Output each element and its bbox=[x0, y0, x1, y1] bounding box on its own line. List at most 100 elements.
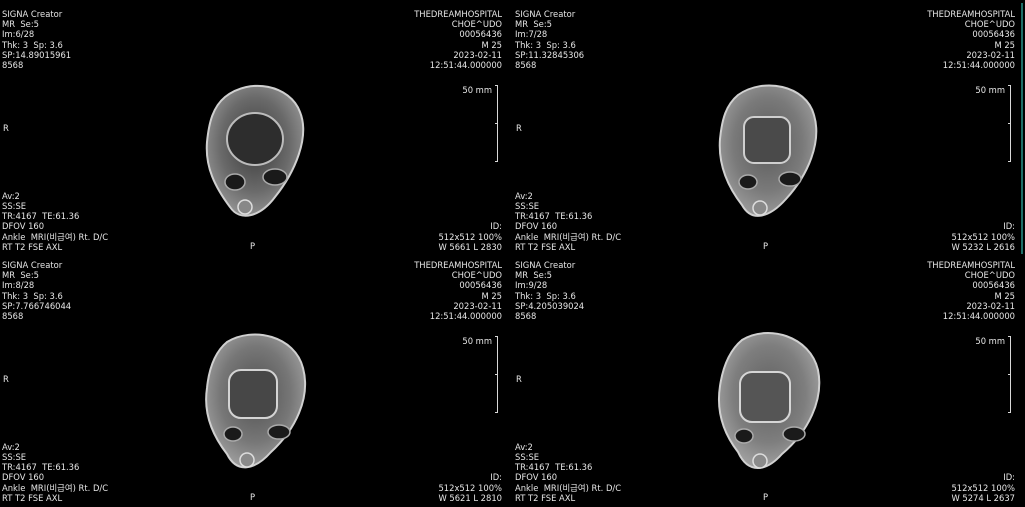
overlay-text-line: ID: bbox=[1003, 472, 1015, 483]
overlay-text-line: 2023-02-11 bbox=[966, 49, 1015, 60]
scale-bar: 50 mm bbox=[975, 336, 1015, 414]
scale-bar: 50 mm bbox=[462, 85, 502, 163]
mri-slice-image[interactable] bbox=[195, 77, 315, 227]
overlay-text-line: CHOE^UDO bbox=[451, 19, 502, 30]
overlay-text-line: 512x512 100% bbox=[438, 231, 502, 242]
viewer-grid: SIGNA Creator MR Se:5 Im:6/28 Thk: 3 Sp: 3.… bbox=[0, 0, 1025, 507]
overlay-text-line: DFOV 160 bbox=[515, 472, 558, 483]
selection-edge-indicator bbox=[1021, 3, 1023, 254]
overlay-text-line: Av:2 bbox=[515, 190, 533, 201]
overlay-text-line: Av:2 bbox=[2, 190, 20, 201]
overlay-text-line: THEDREAMHOSPITAL bbox=[927, 260, 1015, 270]
viewport-info-bottom-left: Av:2 SS:SE TR:4167 TE:61.36 DFOV 160 Ankle M… bbox=[2, 191, 108, 252]
overlay-text-line: ID: bbox=[490, 221, 502, 232]
viewport-3[interactable]: SIGNA Creator MR Se:5 Im:8/28 Thk: 3 Sp: 3.… bbox=[0, 254, 510, 505]
overlay-text-line: 2023-02-11 bbox=[453, 49, 502, 60]
overlay-text-line: 12:51:44.000000 bbox=[942, 60, 1015, 71]
overlay-text-line: RT T2 FSE AXL bbox=[515, 241, 576, 252]
overlay-text-line: 512x512 100% bbox=[951, 482, 1015, 493]
scale-bar-label: 50 mm bbox=[462, 336, 492, 346]
overlay-text-line: SP:7.766746044 bbox=[2, 300, 72, 311]
overlay-text-line: TR:4167 TE:61.36 bbox=[515, 462, 593, 473]
overlay-text-line: 8568 bbox=[515, 311, 537, 322]
overlay-text-line: DFOV 160 bbox=[515, 221, 558, 232]
overlay-text-line: Thk: 3 Sp: 3.6 bbox=[515, 39, 576, 50]
overlay-text-line: RT T2 FSE AXL bbox=[2, 492, 63, 503]
overlay-text-line: Ankle MRI(비급여) Rt. D/C bbox=[515, 482, 622, 493]
overlay-text-line: 12:51:44.000000 bbox=[942, 311, 1015, 322]
overlay-text-line: Ankle MRI(비급여) Rt. D/C bbox=[2, 231, 109, 242]
overlay-text-line: Im:7/28 bbox=[515, 29, 548, 40]
viewport-4[interactable]: SIGNA Creator MR Se:5 Im:9/28 Thk: 3 Sp: 3.… bbox=[513, 254, 1023, 505]
viewport-info-top-right: THEDREAMHOSPITAL CHOE^UDO 00056436 M 25 2023… bbox=[414, 9, 502, 70]
overlay-text-line: 512x512 100% bbox=[951, 231, 1015, 242]
overlay-text-line: RT T2 FSE AXL bbox=[2, 241, 63, 252]
orientation-marker-bottom: P bbox=[763, 492, 769, 502]
orientation-marker-bottom: P bbox=[250, 241, 256, 251]
overlay-text-line: ID: bbox=[490, 472, 502, 483]
overlay-text-line: Im:6/28 bbox=[2, 29, 35, 40]
overlay-text-line: SP:11.32845306 bbox=[515, 49, 585, 60]
overlay-text-line: SS:SE bbox=[2, 200, 27, 211]
mri-slice-image[interactable] bbox=[195, 328, 315, 478]
overlay-text-line: Av:2 bbox=[515, 441, 533, 452]
overlay-text-line: 2023-02-11 bbox=[966, 300, 1015, 311]
orientation-marker-left: R bbox=[516, 374, 522, 384]
overlay-text-line: THEDREAMHOSPITAL bbox=[414, 260, 502, 270]
overlay-text-line: SIGNA Creator bbox=[2, 260, 63, 270]
overlay-text-line: SS:SE bbox=[2, 451, 27, 462]
orientation-marker-left: R bbox=[3, 123, 9, 133]
overlay-text-line: DFOV 160 bbox=[2, 472, 45, 483]
overlay-text-line: TR:4167 TE:61.36 bbox=[2, 462, 80, 473]
overlay-text-line: ID: bbox=[1003, 221, 1015, 232]
viewport-info-top-left: SIGNA Creator MR Se:5 Im:9/28 Thk: 3 Sp: 3.… bbox=[515, 260, 584, 321]
overlay-text-line: Ankle MRI(비급여) Rt. D/C bbox=[2, 482, 109, 493]
overlay-text-line: W 5274 L 2637 bbox=[951, 492, 1015, 503]
overlay-text-line: MR Se:5 bbox=[2, 19, 39, 30]
scale-bar-label: 50 mm bbox=[462, 85, 492, 95]
viewport-1[interactable]: SIGNA Creator MR Se:5 Im:6/28 Thk: 3 Sp: 3.… bbox=[0, 3, 510, 254]
viewport-info-bottom-right: ID: 512x512 100% W 5274 L 2637 bbox=[951, 472, 1015, 503]
overlay-text-line: Ankle MRI(비급여) Rt. D/C bbox=[515, 231, 622, 242]
mri-slice-image[interactable] bbox=[708, 328, 828, 478]
overlay-text-line: Av:2 bbox=[2, 441, 20, 452]
overlay-text-line: Im:9/28 bbox=[515, 280, 548, 291]
overlay-text-line: THEDREAMHOSPITAL bbox=[927, 9, 1015, 19]
viewport-info-bottom-left: Av:2 SS:SE TR:4167 TE:61.36 DFOV 160 Ankle M… bbox=[515, 191, 621, 252]
viewport-info-bottom-left: Av:2 SS:SE TR:4167 TE:61.36 DFOV 160 Ankle M… bbox=[515, 442, 621, 503]
overlay-text-line: 8568 bbox=[2, 311, 24, 322]
overlay-text-line: MR Se:5 bbox=[515, 270, 552, 281]
viewport-2[interactable]: SIGNA Creator MR Se:5 Im:7/28 Thk: 3 Sp: 3.… bbox=[513, 3, 1023, 254]
overlay-text-line: 12:51:44.000000 bbox=[429, 60, 502, 71]
overlay-text-line: 8568 bbox=[2, 60, 24, 71]
overlay-text-line: SS:SE bbox=[515, 200, 540, 211]
viewport-info-top-right: THEDREAMHOSPITAL CHOE^UDO 00056436 M 25 2023… bbox=[927, 9, 1015, 70]
overlay-text-line: CHOE^UDO bbox=[964, 270, 1015, 281]
overlay-text-line: TR:4167 TE:61.36 bbox=[2, 211, 80, 222]
scale-bar-label: 50 mm bbox=[975, 336, 1005, 346]
mri-slice-image[interactable] bbox=[708, 77, 828, 227]
overlay-text-line: 2023-02-11 bbox=[453, 300, 502, 311]
overlay-text-line: 00056436 bbox=[972, 280, 1015, 291]
scale-bar: 50 mm bbox=[462, 336, 502, 414]
overlay-text-line: 8568 bbox=[515, 60, 537, 71]
overlay-text-line: CHOE^UDO bbox=[451, 270, 502, 281]
overlay-text-line: SP:14.89015961 bbox=[2, 49, 72, 60]
overlay-text-line: SIGNA Creator bbox=[515, 9, 576, 19]
overlay-text-line: W 5621 L 2810 bbox=[438, 492, 502, 503]
overlay-text-line: M 25 bbox=[994, 290, 1015, 301]
orientation-marker-bottom: P bbox=[763, 241, 769, 251]
viewport-info-bottom-left: Av:2 SS:SE TR:4167 TE:61.36 DFOV 160 Ankle M… bbox=[2, 442, 108, 503]
viewport-info-top-left: SIGNA Creator MR Se:5 Im:8/28 Thk: 3 Sp: 3.… bbox=[2, 260, 71, 321]
viewport-info-bottom-right: ID: 512x512 100% W 5232 L 2616 bbox=[951, 221, 1015, 252]
overlay-text-line: THEDREAMHOSPITAL bbox=[414, 9, 502, 19]
viewport-info-top-left: SIGNA Creator MR Se:5 Im:7/28 Thk: 3 Sp: 3.… bbox=[515, 9, 584, 70]
overlay-text-line: Thk: 3 Sp: 3.6 bbox=[2, 39, 63, 50]
overlay-text-line: W 5232 L 2616 bbox=[951, 241, 1015, 252]
overlay-text-line: TR:4167 TE:61.36 bbox=[515, 211, 593, 222]
orientation-marker-left: R bbox=[516, 123, 522, 133]
overlay-text-line: RT T2 FSE AXL bbox=[515, 492, 576, 503]
viewport-info-bottom-right: ID: 512x512 100% W 5621 L 2810 bbox=[438, 472, 502, 503]
overlay-text-line: 00056436 bbox=[459, 29, 502, 40]
overlay-text-line: 00056436 bbox=[459, 280, 502, 291]
